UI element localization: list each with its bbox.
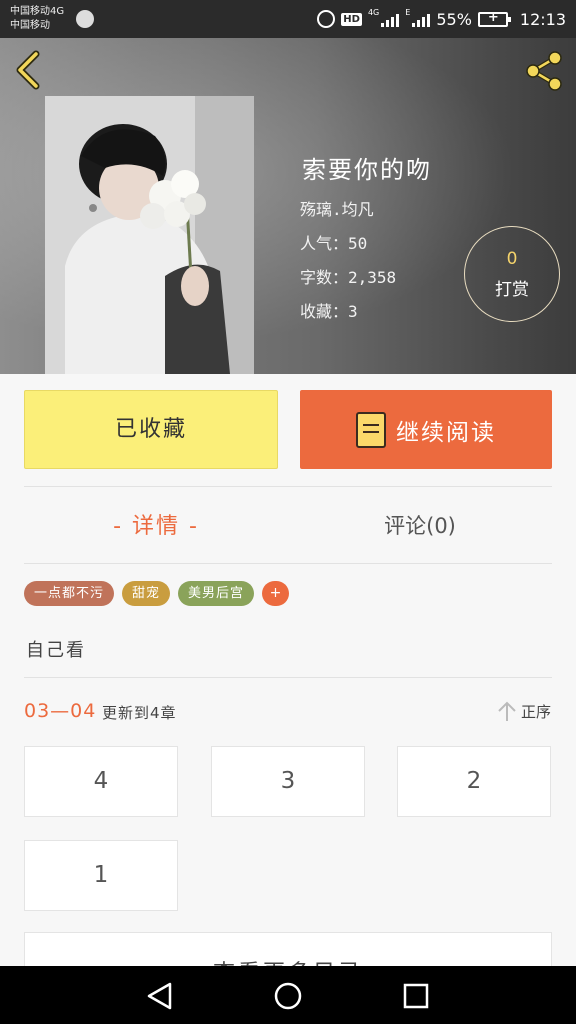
book-description: 自己看 [26, 640, 86, 661]
triangle-back-icon [147, 982, 172, 1010]
update-date: 03—04 [24, 700, 97, 722]
nav-home-button[interactable] [272, 980, 304, 1012]
divider [24, 677, 552, 678]
divider [24, 486, 552, 487]
clock: 12:13 [519, 9, 566, 29]
chapter-button[interactable]: 4 [24, 746, 178, 817]
network-4g-label: 4G [367, 8, 380, 17]
navigation-bar [0, 966, 576, 1024]
chevron-left-icon [16, 50, 40, 90]
nav-back-button[interactable] [144, 980, 176, 1012]
tag-item[interactable]: 美男后宫 [178, 581, 255, 606]
book-title: 索要你的吻 [302, 156, 432, 184]
battery-percent: 55% [436, 9, 472, 29]
chapter-button[interactable]: 1 [24, 840, 178, 911]
tag-item[interactable]: 甜宠 [122, 581, 171, 606]
divider [24, 563, 552, 564]
carrier-2: 中国移动 [10, 20, 50, 31]
book-word-count: 字数：2,358 [300, 268, 397, 287]
add-tag-button[interactable]: + [262, 581, 290, 606]
update-text: 更新到4章 [102, 704, 177, 722]
book-popularity: 人气：50 [300, 234, 368, 253]
signal-icon-2 [412, 11, 431, 27]
network-e-label: E [405, 8, 411, 17]
carrier-1: 中国移动4G [10, 6, 65, 17]
sort-label: 正序 [520, 702, 551, 721]
continue-reading-button[interactable]: 继续阅读 [300, 390, 552, 469]
square-recent-icon [403, 983, 429, 1009]
globe-icon [76, 10, 94, 28]
book-header: 索要你的吻 殇璃.均凡 人气：50 字数：2,358 收藏：3 0 打赏 [0, 38, 576, 374]
chapter-button[interactable]: 3 [211, 746, 365, 817]
sort-order-button[interactable]: 正序 [497, 700, 551, 722]
chapter-button[interactable]: 2 [397, 746, 551, 817]
share-icon [526, 51, 562, 91]
reward-count: 0 [506, 249, 518, 269]
signal-icon [381, 11, 400, 27]
back-button[interactable] [12, 50, 48, 90]
carrier-info: 中国移动4G 中国移动 [10, 5, 64, 33]
tab-comments[interactable]: 评论(0) [288, 510, 552, 540]
tag-list: 一点都不污 甜宠 美男后宫 + [24, 581, 290, 606]
status-icons: HD 4G E 55% 12:13 [317, 8, 566, 30]
nav-recent-button[interactable] [400, 980, 432, 1012]
continue-reading-label: 继续阅读 [396, 419, 496, 446]
book-cover[interactable] [45, 96, 254, 374]
alarm-icon [317, 10, 336, 28]
status-bar: 中国移动4G 中国移动 HD 4G E 55% 12:13 [0, 0, 576, 38]
share-button[interactable] [522, 48, 568, 94]
cover-illustration [45, 96, 254, 374]
book-icon [356, 411, 386, 448]
tag-item[interactable]: 一点都不污 [24, 581, 115, 606]
hd-badge: HD [341, 12, 362, 26]
favorite-button[interactable]: 已收藏 [24, 390, 278, 469]
battery-icon [477, 10, 511, 27]
book-author[interactable]: 殇璃.均凡 [300, 196, 374, 220]
book-favorites: 收藏：3 [300, 302, 358, 321]
reward-button[interactable]: 0 打赏 [464, 226, 560, 322]
app-screen: 中国移动4G 中国移动 HD 4G E 55% 12:13 [0, 0, 576, 1024]
reward-label: 打赏 [495, 280, 529, 300]
circle-home-icon [274, 982, 302, 1010]
tab-detail[interactable]: - 详情 - [24, 508, 288, 540]
arrow-up-icon [498, 701, 516, 721]
